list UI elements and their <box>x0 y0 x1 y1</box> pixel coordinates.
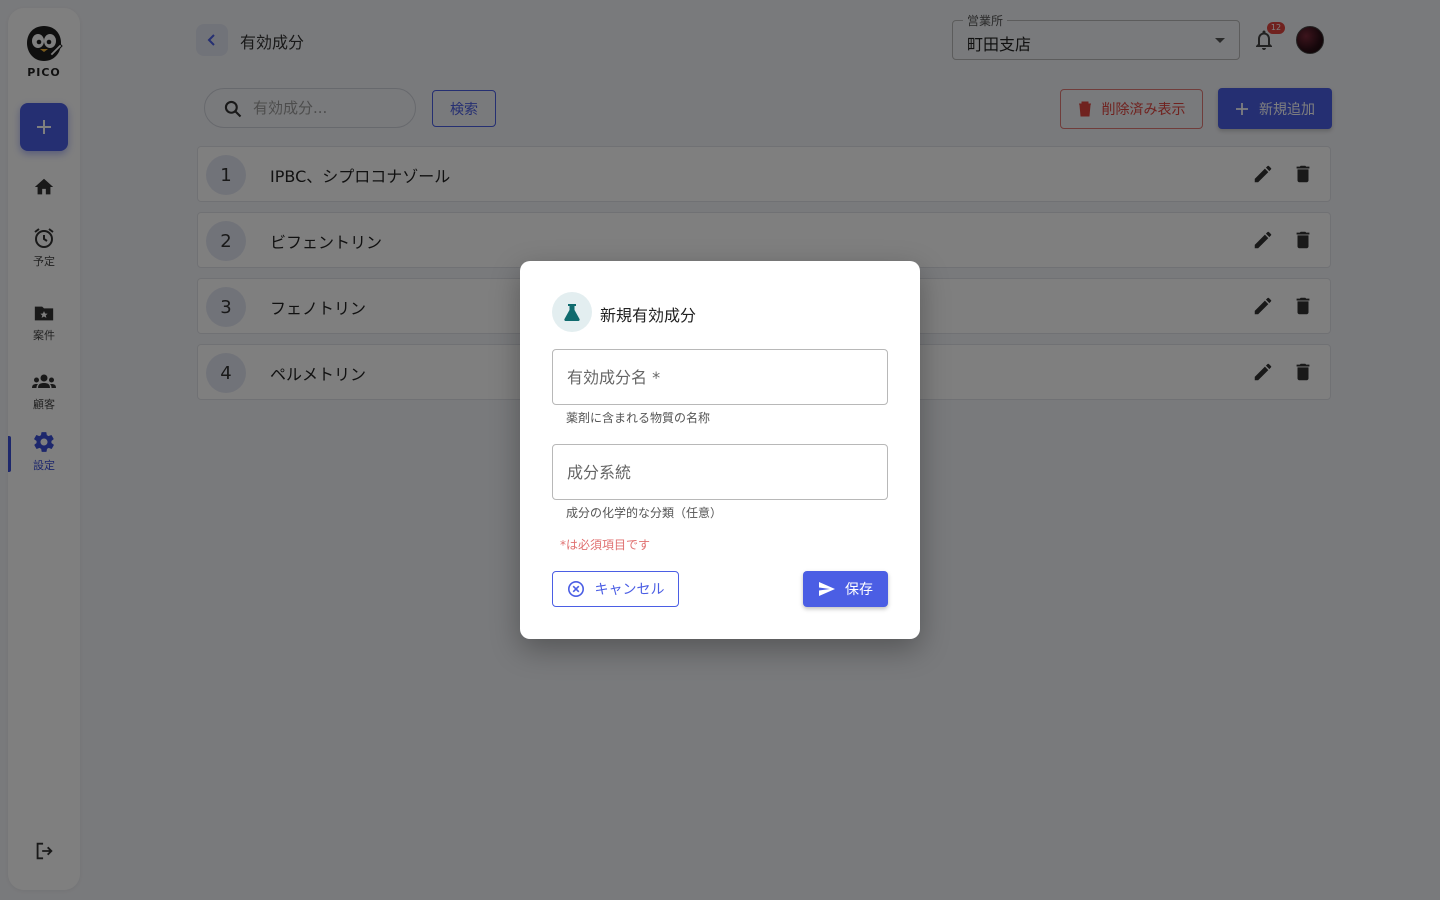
ingredient-name-helper: 薬剤に含まれる物質の名称 <box>566 411 711 425</box>
flask-icon <box>564 304 580 321</box>
new-ingredient-dialog: 新規有効成分 薬剤に含まれる物質の名称 成分の化学的な分類（任意） *は必須項目… <box>520 261 920 639</box>
ingredient-name-field <box>552 349 888 405</box>
cancel-circle-icon <box>567 581 584 597</box>
ingredient-name-input[interactable] <box>553 350 887 404</box>
required-note: *は必須項目です <box>560 538 651 552</box>
ingredient-category-input[interactable] <box>553 445 887 499</box>
dialog-icon-badge <box>552 292 592 332</box>
ingredient-category-field <box>552 444 888 500</box>
send-icon <box>819 582 835 596</box>
save-button[interactable]: 保存 <box>803 571 888 607</box>
dialog-title: 新規有効成分 <box>600 306 697 325</box>
cancel-button[interactable]: キャンセル <box>552 571 679 607</box>
save-label: 保存 <box>845 582 873 598</box>
ingredient-category-helper: 成分の化学的な分類（任意） <box>566 506 723 520</box>
cancel-label: キャンセル <box>594 582 665 598</box>
